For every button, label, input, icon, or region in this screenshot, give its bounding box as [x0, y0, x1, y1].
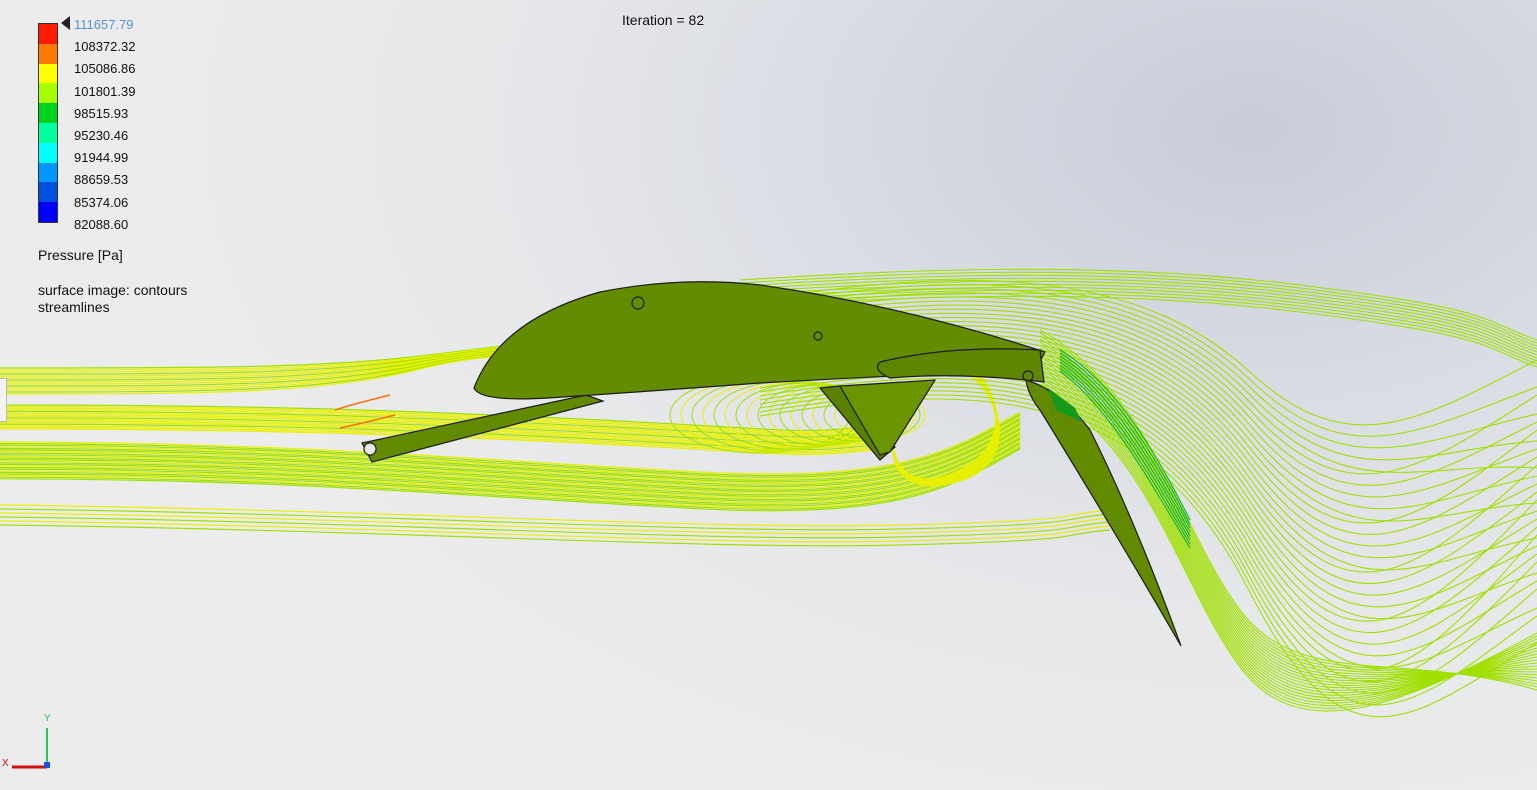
axis-triad: X Y [0, 712, 60, 782]
streamline [334, 394, 391, 411]
streamline [0, 504, 1111, 527]
color-segment [39, 43, 57, 64]
legend-title: Pressure [Pa] [38, 247, 123, 263]
legend-tick: 91944.99 [74, 150, 129, 166]
color-segment [39, 63, 57, 84]
range-marker-icon[interactable] [61, 16, 70, 30]
x-axis-label: X [2, 758, 9, 769]
legend-tick: 101801.39 [74, 83, 136, 99]
color-segment [39, 83, 57, 104]
color-scale-bar [38, 23, 58, 223]
legend-tick: 108372.32 [74, 39, 136, 55]
surface-image-info: surface image: contours [38, 282, 188, 298]
triad-icon [12, 728, 50, 769]
legend-tick: 82088.60 [74, 216, 129, 232]
y-axis-label: Y [44, 713, 51, 724]
legend-tick: 98515.93 [74, 105, 129, 121]
color-segment [39, 142, 57, 163]
legend-tick: 95230.46 [74, 128, 129, 143]
pressure-legend: 111657.79 108372.32 105086.86 101801.39 9851… [37, 16, 237, 316]
color-segment [39, 122, 57, 143]
color-segment [39, 24, 57, 44]
color-segment [39, 182, 57, 203]
color-segment [39, 162, 57, 183]
legend-tick: 85374.06 [74, 194, 129, 210]
color-segment [39, 202, 57, 222]
streamlines-info: streamlines [38, 299, 110, 315]
color-segment [39, 103, 57, 123]
legend-max-value[interactable]: 111657.79 [74, 18, 134, 32]
side-panel-toggle[interactable] [0, 378, 7, 422]
iteration-counter: Iteration = 82 [622, 12, 705, 28]
legend-tick: 105086.86 [74, 61, 136, 77]
legend-tick: 88659.53 [74, 172, 129, 188]
